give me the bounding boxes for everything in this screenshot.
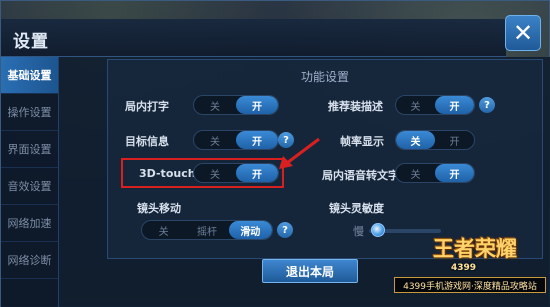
sidebar-item-basic[interactable]: 基础设置 <box>1 57 58 94</box>
settings-sidebar: 基础设置 操作设置 界面设置 音效设置 网络加速 网络诊断 <box>1 57 59 307</box>
help-icon[interactable]: ? <box>277 222 293 238</box>
toggle-off-option[interactable]: 关 <box>194 96 236 114</box>
sidebar-item-network-boost[interactable]: 网络加速 <box>1 205 58 242</box>
in-game-typing-toggle[interactable]: 关 开 <box>193 95 279 115</box>
help-icon[interactable]: ? <box>479 97 495 113</box>
toggle-on-option[interactable]: 开 <box>435 164 474 182</box>
target-info-label: 目标信息 <box>125 135 169 148</box>
camera-option-swipe[interactable]: 滑动 <box>228 221 272 239</box>
frame-rate-label: 帧率显示 <box>340 135 384 148</box>
sidebar-item-label: 基础设置 <box>7 69 52 82</box>
sidebar-item-network-diagnose[interactable]: 网络诊断 <box>1 242 58 279</box>
toggle-on-option[interactable]: 开 <box>435 131 474 149</box>
toggle-off-option[interactable]: 关 <box>396 164 435 182</box>
dialog-title: 设置 <box>13 32 49 52</box>
close-icon: ✕ <box>512 19 534 47</box>
close-button[interactable]: ✕ <box>505 15 541 51</box>
settings-dialog: 设置 ✕ 基础设置 操作设置 界面设置 音效设置 网络加速 网络诊断 功能设置 … <box>0 0 550 307</box>
camera-option-joystick[interactable]: 摇杆 <box>185 221 228 239</box>
camera-move-selector[interactable]: 关 摇杆 滑动 <box>141 220 273 240</box>
toggle-on-option[interactable]: 开 <box>236 96 278 114</box>
title-bar: 设置 <box>1 19 506 57</box>
toggle-off-option[interactable]: 关 <box>194 131 236 149</box>
sidebar-item-label: 网络加速 <box>7 217 52 230</box>
toggle-off-option[interactable]: 关 <box>396 96 435 114</box>
section-title: 功能设置 <box>300 70 349 84</box>
watermark-banner: 4399手机游戏网·深度精品攻略站 <box>394 277 546 293</box>
toggle-on-option[interactable]: 开 <box>236 131 278 149</box>
recommend-desc-label: 推荐装描述 <box>328 100 383 113</box>
recommend-desc-toggle[interactable]: 关 开 <box>395 95 475 115</box>
voice-to-text-toggle[interactable]: 关 开 <box>395 163 475 183</box>
exit-match-button[interactable]: 退出本局 <box>262 259 358 283</box>
highlight-box <box>121 158 284 188</box>
frame-rate-toggle[interactable]: 关 开 <box>395 130 475 150</box>
sensitivity-slider-handle[interactable] <box>370 223 385 237</box>
sidebar-item-controls[interactable]: 操作设置 <box>1 94 58 131</box>
camera-move-label: 镜头移动 <box>137 202 181 215</box>
sidebar-item-interface[interactable]: 界面设置 <box>1 131 58 168</box>
voice-to-text-label: 局内语音转文字 <box>322 169 399 182</box>
sidebar-item-label: 操作设置 <box>7 106 52 119</box>
annotation-arrow-icon <box>279 137 320 169</box>
sidebar-item-sound[interactable]: 音效设置 <box>1 168 58 205</box>
toggle-on-option[interactable]: 开 <box>435 96 474 114</box>
sidebar-item-label: 音效设置 <box>7 180 52 193</box>
camera-option-off[interactable]: 关 <box>142 221 185 239</box>
target-info-toggle[interactable]: 关 开 <box>193 130 279 150</box>
logo-sub-label: 4399 <box>451 263 477 273</box>
camera-sensitivity-label: 镜头灵敏度 <box>329 202 384 215</box>
toggle-off-option[interactable]: 关 <box>396 131 435 149</box>
sidebar-item-label: 网络诊断 <box>7 254 52 267</box>
sidebar-item-label: 界面设置 <box>7 143 52 156</box>
in-game-typing-label: 局内打字 <box>125 100 169 113</box>
slider-min-label: 慢 <box>353 225 364 238</box>
